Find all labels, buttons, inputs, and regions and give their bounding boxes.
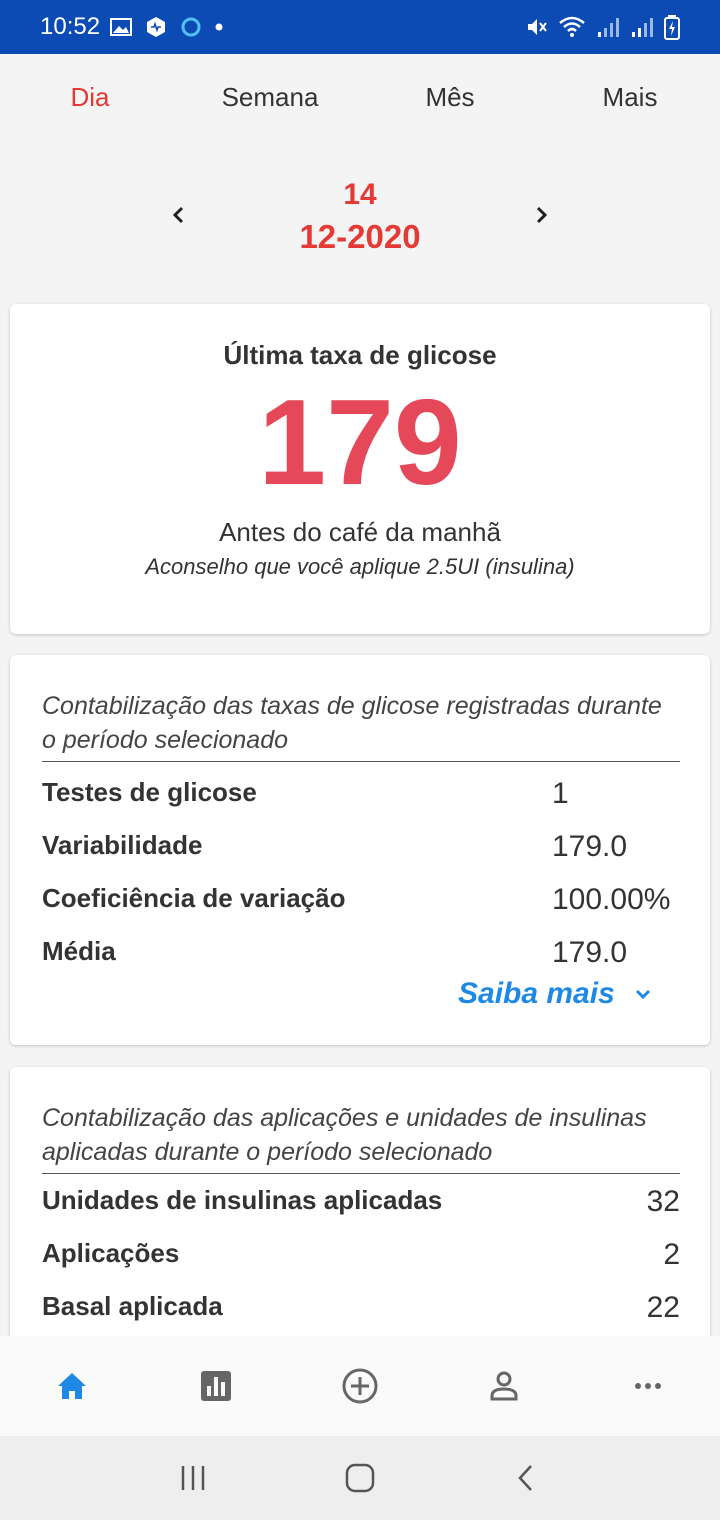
nav-home[interactable] xyxy=(0,1336,144,1436)
bottom-navigation xyxy=(0,1336,720,1436)
stat-label: Coeficiência de variação xyxy=(42,883,346,913)
tab-day[interactable]: Dia xyxy=(0,72,180,126)
learn-more-label: Saiba mais xyxy=(458,977,615,1010)
more-icon xyxy=(635,1383,661,1389)
stat-label: Unidades de insulinas aplicadas xyxy=(42,1185,443,1215)
recent-apps-icon[interactable] xyxy=(177,1462,209,1494)
meal-label: Antes do café da manhã xyxy=(219,517,501,547)
stat-value: 32 xyxy=(646,1185,680,1218)
last-glucose-card: Última taxa de glicose 179 Antes do café… xyxy=(10,304,710,634)
selected-month-year: 12-2020 xyxy=(299,218,421,255)
last-glucose-title: Última taxa de glicose xyxy=(223,340,497,370)
person-icon xyxy=(490,1371,518,1401)
stat-row: Testes de glicose 1 xyxy=(42,777,680,817)
nav-profile[interactable] xyxy=(432,1336,576,1436)
nav-add[interactable] xyxy=(288,1336,432,1436)
stat-label: Testes de glicose xyxy=(42,777,257,807)
gallery-icon xyxy=(110,18,133,36)
glucose-stats-card: Contabilização das taxas de glicose regi… xyxy=(10,655,710,1045)
status-time: 10:52 xyxy=(40,13,101,40)
tab-week[interactable]: Semana xyxy=(180,72,360,126)
bar-chart-icon xyxy=(201,1371,231,1401)
stat-value: 2 xyxy=(663,1238,680,1271)
wifi-icon xyxy=(559,16,585,37)
stat-row: Variabilidade 179.0 xyxy=(42,830,680,870)
shield-app-icon xyxy=(147,17,166,37)
mute-icon xyxy=(528,19,547,35)
stat-row: Unidades de insulinas aplicadas 32 xyxy=(42,1185,680,1225)
tab-more[interactable]: Mais xyxy=(540,72,720,126)
stat-value: 179.0 xyxy=(552,936,628,969)
back-icon[interactable] xyxy=(511,1462,543,1494)
nav-charts[interactable] xyxy=(144,1336,288,1436)
stat-row: Aplicações 2 xyxy=(42,1238,680,1278)
stat-label: Basal aplicada xyxy=(42,1291,223,1321)
signal-icon-2 xyxy=(632,18,653,37)
tab-month[interactable]: Mês xyxy=(360,72,540,126)
period-tabs: Dia Semana Mês Mais xyxy=(0,72,720,126)
chevron-right-icon[interactable] xyxy=(526,200,556,230)
add-circle-icon xyxy=(342,1368,378,1404)
stat-row: Coeficiência de variação 100.00% xyxy=(42,883,680,923)
glucose-stats-description: Contabilização das taxas de glicose regi… xyxy=(42,689,680,762)
date-navigator: 14 12-2020 xyxy=(0,176,720,266)
insulin-advice: Aconselho que você aplique 2.5UI (insuli… xyxy=(145,554,575,579)
chevron-down-icon xyxy=(635,989,650,1000)
selected-day: 14 xyxy=(343,178,377,211)
learn-more-button[interactable]: Saiba mais xyxy=(458,977,653,1011)
stat-label: Variabilidade xyxy=(42,830,203,860)
dot-icon xyxy=(215,23,223,31)
stat-value: 100.00% xyxy=(552,883,671,916)
battery-icon xyxy=(664,15,680,40)
home-icon xyxy=(58,1373,86,1399)
stat-value: 1 xyxy=(552,777,569,810)
home-button-icon[interactable] xyxy=(343,1461,377,1495)
stat-row: Basal aplicada 22 xyxy=(42,1291,680,1331)
nav-more[interactable] xyxy=(576,1336,720,1436)
stat-value: 179.0 xyxy=(552,830,628,863)
insulin-stats-card: Contabilização das aplicações e unidades… xyxy=(10,1067,710,1367)
stat-label: Aplicações xyxy=(42,1238,180,1268)
signal-icon xyxy=(598,18,619,37)
system-navigation xyxy=(0,1436,720,1520)
last-glucose-value: 179 xyxy=(258,374,462,510)
stat-value: 22 xyxy=(646,1291,680,1324)
status-bar: 10:52 xyxy=(0,0,720,54)
stat-label: Média xyxy=(42,936,116,966)
insulin-stats-description: Contabilização das aplicações e unidades… xyxy=(42,1101,680,1174)
stat-row: Média 179.0 xyxy=(42,936,680,976)
circle-app-icon xyxy=(181,17,201,37)
